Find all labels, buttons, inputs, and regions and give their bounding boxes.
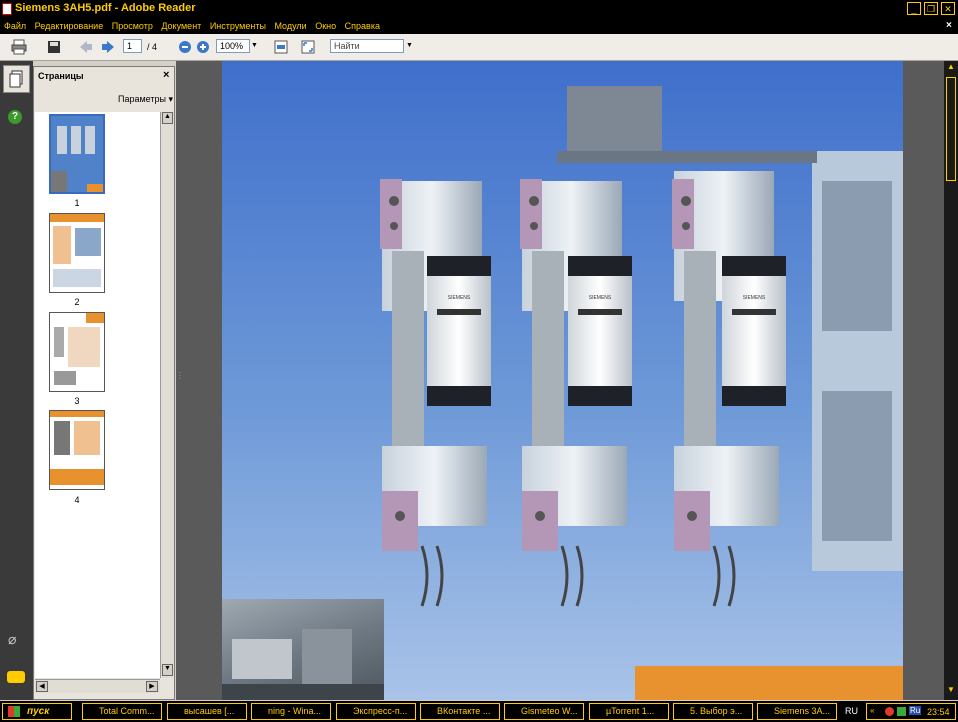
panel-options-button[interactable]: Параметры ▾: [118, 94, 173, 105]
language-indicator[interactable]: RU: [845, 706, 858, 716]
thumbnail-vertical-scrollbar[interactable]: ▲ ▼: [160, 112, 174, 678]
clock: 23:54: [927, 707, 950, 717]
close-button[interactable]: ✕: [941, 2, 955, 15]
thumbnail-label-4: 4: [74, 495, 80, 505]
cylinder-brand-label-1: SIEMENS: [448, 295, 471, 301]
panel-title: Страницы: [38, 71, 84, 81]
menu-item-document[interactable]: Документ: [161, 21, 201, 31]
thumbnail-list[interactable]: 1 2 3 4: [35, 112, 160, 678]
windows-logo-icon: [8, 706, 20, 717]
title-bar: Siemens 3AH5.pdf - Adobe Reader _ ❐ ✕: [0, 0, 958, 18]
comments-icon[interactable]: [7, 671, 25, 683]
task-utorrent[interactable]: µTorrent 1...: [589, 703, 669, 720]
thumbnail-page-2[interactable]: [49, 213, 105, 293]
attachments-icon[interactable]: ⌀: [8, 631, 16, 648]
save-icon[interactable]: [46, 39, 62, 55]
task-folder[interactable]: высашев [...: [167, 703, 247, 720]
cylinder-brand-label-3: SIEMENS: [743, 295, 766, 301]
system-tray: « Ru 23:54: [866, 703, 956, 720]
restore-button[interactable]: ❐: [924, 2, 938, 15]
next-page-icon[interactable]: [100, 39, 116, 55]
thumbnail-page-1[interactable]: [49, 114, 105, 194]
start-button[interactable]: пуск: [2, 703, 72, 720]
close-document-icon[interactable]: ×: [946, 20, 952, 31]
task-winamp[interactable]: ning - Wina...: [251, 703, 331, 720]
help-icon[interactable]: ?: [8, 110, 22, 124]
document-page[interactable]: SIEMENS SIEMENS SIEMENS: [222, 61, 903, 700]
thumbnail-label-1: 1: [74, 198, 80, 208]
menu-item-tools[interactable]: Инструменты: [210, 21, 266, 31]
minimize-button[interactable]: _: [907, 2, 921, 15]
menu-item-file[interactable]: Файл: [4, 21, 26, 31]
panel-resize-handle[interactable]: ⋮: [176, 371, 184, 391]
scrollbar-thumb[interactable]: [946, 77, 956, 181]
tray-antivirus-icon[interactable]: [885, 707, 894, 716]
fit-width-icon[interactable]: [273, 39, 289, 55]
cylinder-brand-label-2: SIEMENS: [589, 295, 612, 301]
search-input[interactable]: Найти: [330, 39, 404, 53]
menu-item-window[interactable]: Окно: [315, 21, 336, 31]
zoom-level-field[interactable]: 100%: [216, 39, 250, 53]
fit-page-icon[interactable]: [300, 39, 316, 55]
pdf-app-icon: [2, 3, 12, 15]
menu-bar: Файл Редактирование Просмотр Документ Ин…: [0, 18, 958, 34]
taskbar: пуск Total Comm... высашев [... ning - W…: [0, 701, 958, 722]
start-label: пуск: [27, 706, 50, 717]
previous-page-icon[interactable]: [78, 39, 94, 55]
navigation-strip: ? ⌀: [0, 61, 33, 700]
thumbnail-page-3[interactable]: [49, 312, 105, 392]
panel-close-icon[interactable]: ×: [163, 69, 169, 81]
zoom-dropdown-icon[interactable]: ▼: [251, 42, 258, 49]
window-title: Siemens 3AH5.pdf - Adobe Reader: [15, 2, 196, 14]
thumbnail-page-4[interactable]: [49, 410, 105, 490]
menu-item-edit[interactable]: Редактирование: [35, 21, 104, 31]
factory-inset-photo: [222, 599, 384, 700]
tray-arrow-icon[interactable]: «: [870, 706, 874, 715]
orange-band: [635, 666, 903, 700]
menu-item-help[interactable]: Справка: [345, 21, 380, 31]
task-word-document[interactable]: 5. Выбор э...: [673, 703, 753, 720]
task-adobe-reader[interactable]: Siemens 3A...: [757, 703, 837, 720]
search-dropdown-icon[interactable]: ▼: [406, 42, 413, 49]
thumbnail-label-2: 2: [74, 297, 80, 307]
tray-language-badge[interactable]: Ru: [909, 706, 922, 715]
task-total-commander[interactable]: Total Comm...: [82, 703, 162, 720]
pages-tab-icon[interactable]: [3, 65, 30, 93]
task-gismeteo[interactable]: Gismeteo W...: [504, 703, 584, 720]
menu-item-view[interactable]: Просмотр: [112, 21, 153, 31]
panel-options-label: Параметры: [118, 94, 166, 104]
page-total-label: / 4: [147, 42, 158, 52]
document-vertical-scrollbar[interactable]: ▲ ▼: [944, 61, 958, 700]
tray-network-icon[interactable]: [897, 707, 906, 716]
task-express[interactable]: Экспресс-п...: [336, 703, 416, 720]
thumbnail-label-3: 3: [74, 396, 80, 406]
zoom-out-icon[interactable]: [177, 39, 193, 55]
page-number-input[interactable]: 1: [123, 39, 142, 53]
print-icon[interactable]: [11, 39, 27, 55]
task-vkontakte[interactable]: ВКонтакте ...: [420, 703, 500, 720]
menu-item-plugins[interactable]: Модули: [274, 21, 306, 31]
thumbnail-horizontal-scrollbar[interactable]: ◀ ▶: [35, 679, 160, 693]
zoom-in-icon[interactable]: [195, 39, 211, 55]
toolbar: 1 / 4 100% ▼ Найти ▼: [0, 34, 958, 61]
